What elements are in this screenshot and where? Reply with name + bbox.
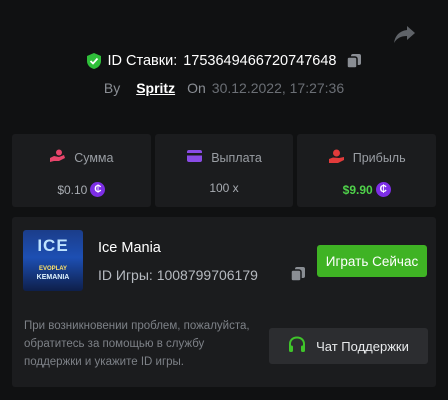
hand-coins-icon — [49, 149, 66, 167]
thumb-brand: EVOPLAY — [38, 266, 68, 272]
play-now-button[interactable]: Играть Сейчас — [317, 245, 427, 277]
coin-icon: ₵ — [375, 182, 391, 197]
bet-datetime: 30.12.2022, 17:27:36 — [211, 80, 345, 96]
stat-profit: Прибыль $9.90 ₵ — [297, 134, 437, 207]
stat-stake-label: Сумма — [74, 151, 114, 165]
bet-id-value: 1753649466720747648 — [183, 53, 337, 69]
verified-shield-icon — [86, 52, 102, 70]
game-card: ICE EVOPLAY KEMANIA Ice Mania ID Игры: 1… — [12, 217, 436, 387]
game-id-label: ID Игры: — [98, 267, 153, 283]
game-name: Ice Mania — [98, 240, 161, 256]
support-chat-button[interactable]: Чат Поддержки — [269, 328, 428, 364]
thumb-title: ICE — [37, 236, 69, 255]
username-link[interactable]: Spritz — [136, 80, 175, 96]
bet-id-row: ID Ставки: 1753649466720747648 — [0, 52, 448, 70]
stat-payout-label: Выплата — [211, 150, 262, 165]
wallet-icon — [186, 149, 203, 166]
game-id: ID Игры: 1008799706179 — [98, 267, 258, 283]
coin-icon: ₵ — [90, 182, 106, 197]
stat-profit-label: Прибыль — [352, 151, 406, 165]
bet-id-label: ID Ставки: — [107, 53, 178, 69]
profit-hand-icon — [328, 149, 345, 167]
game-id-value: 1008799706179 — [156, 267, 258, 283]
support-help-text: При возникновении проблем, пожалуйста, о… — [24, 320, 250, 368]
share-icon[interactable] — [393, 23, 417, 45]
by-label: By — [103, 80, 121, 96]
bet-stats: Сумма $0.10 ₵ Выплата 100 x Прибыль $9.9… — [12, 134, 437, 207]
stat-stake-value: $0.10 — [57, 182, 88, 197]
game-thumbnail[interactable]: ICE EVOPLAY KEMANIA — [23, 230, 83, 291]
headset-icon — [288, 335, 306, 357]
stat-payout: Выплата 100 x — [154, 134, 294, 207]
stat-stake: Сумма $0.10 ₵ — [12, 134, 151, 207]
support-button-label: Чат Поддержки — [316, 338, 409, 354]
copy-icon[interactable] — [290, 266, 306, 282]
on-label: On — [187, 80, 206, 96]
thumb-sub: KEMANIA — [36, 274, 70, 281]
stat-profit-value: $9.90 — [342, 182, 373, 197]
stat-payout-value: 100 x — [209, 181, 239, 195]
bet-meta-row: By Spritz On 30.12.2022, 17:27:36 — [0, 80, 448, 96]
copy-icon[interactable] — [346, 53, 362, 69]
